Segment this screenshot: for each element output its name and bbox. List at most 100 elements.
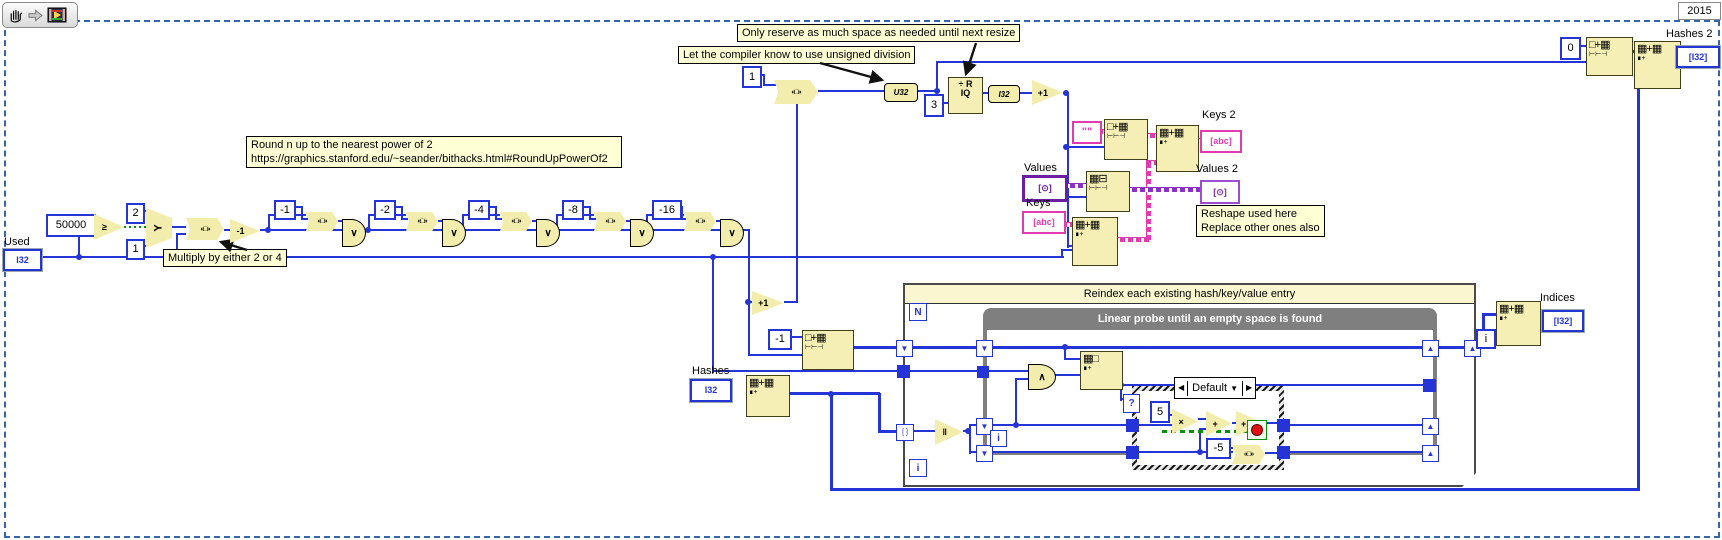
comment-multiply[interactable]: Multiply by either 2 or 4 <box>163 249 287 267</box>
constant-3[interactable]: 3 <box>924 94 944 117</box>
case-name: Default <box>1192 381 1228 394</box>
tunnel[interactable] <box>977 366 989 378</box>
or-node[interactable]: ∨ <box>442 219 466 247</box>
hashes2-indicator[interactable]: [I32] <box>1676 46 1720 68</box>
constant-minus4[interactable]: -4 <box>468 200 490 220</box>
increment-node[interactable]: +1 <box>752 291 784 315</box>
for-iteration-terminal[interactable]: i <box>909 459 927 477</box>
case-selector-label[interactable]: ◀ Default ▼ ▶ <box>1174 377 1257 399</box>
constant-1-select[interactable]: 1 <box>126 239 145 260</box>
or-node[interactable]: ∨ <box>536 219 560 247</box>
shift-register-left[interactable]: ▼ <box>976 445 993 462</box>
to-u32-conversion[interactable]: U32 <box>884 83 918 102</box>
constant-minus16[interactable]: -16 <box>652 200 682 220</box>
forward-arrow-icon[interactable] <box>27 8 44 23</box>
decrement-node[interactable]: -1 <box>230 219 260 243</box>
case-next-arrow-icon[interactable]: ▶ <box>1243 382 1255 394</box>
comment-reshape-line1: Reshape used here <box>1201 208 1298 220</box>
logical-shift-node[interactable]: «□» <box>186 218 224 240</box>
loop-condition-terminal[interactable] <box>1247 420 1267 440</box>
toolbar <box>2 2 78 28</box>
pan-hand-icon[interactable] <box>7 7 24 24</box>
logical-shift-node[interactable]: «□» <box>684 212 716 231</box>
shift-register-right[interactable]: ▲ <box>1422 340 1439 357</box>
initialize-array-node[interactable]: □+▦ ⊢⊢⊣ <box>1586 37 1633 76</box>
values2-indicator[interactable]: [⊙] <box>1200 180 1240 204</box>
greater-or-equal-node[interactable]: ≥ <box>94 214 124 240</box>
and-node[interactable]: ∧ <box>1028 364 1056 390</box>
while-iteration-terminal[interactable]: i <box>990 430 1007 447</box>
tunnel[interactable] <box>1423 379 1436 392</box>
logical-shift-node[interactable]: «□» <box>594 212 626 231</box>
replace-array-subset-node[interactable]: ▦+▦ ∎+ <box>1496 301 1541 346</box>
shift-register-left[interactable]: ▼ <box>896 340 913 357</box>
tunnel[interactable] <box>1126 419 1139 432</box>
constant-0[interactable]: 0 <box>1560 37 1581 60</box>
reshape-array-node[interactable]: ▦⊟ ⊢⊢⊣ <box>1086 171 1130 212</box>
constant-minus1[interactable]: -1 <box>274 200 296 220</box>
tunnel[interactable] <box>1126 446 1139 459</box>
initialize-array-node[interactable]: □+▦ ⊢⊢⊣ <box>1104 119 1148 160</box>
indices-indicator[interactable]: [I32] <box>1542 310 1584 332</box>
comment-compiler[interactable]: Let the compiler know to use unsigned di… <box>678 46 916 64</box>
logical-shift-node[interactable]: «□» <box>306 212 338 231</box>
constant-minus1-init[interactable]: -1 <box>768 329 792 350</box>
constant-minus5[interactable]: -5 <box>1206 438 1231 459</box>
index-array-node[interactable]: ▦+▦ ∎+ <box>746 375 790 417</box>
shift-register-right[interactable]: ▲ <box>1422 418 1439 435</box>
arrow-compiler-to-u32 <box>819 61 885 84</box>
comment-reshape[interactable]: Reshape used here Replace other ones als… <box>1196 205 1325 237</box>
year-badge: 2015 <box>1678 2 1721 20</box>
shift-register-right[interactable]: ▲ <box>1422 445 1439 462</box>
parallel-bars-node[interactable]: ‖ <box>935 419 963 445</box>
for-count-terminal[interactable]: N <box>909 303 927 321</box>
case-selector-terminal[interactable]: ? <box>1123 394 1140 413</box>
select-node[interactable]: Y <box>146 208 172 248</box>
or-node[interactable]: ∨ <box>342 219 366 247</box>
constant-i[interactable]: i <box>1476 329 1496 349</box>
add-node[interactable]: + <box>1206 411 1232 436</box>
auto-index-tunnel[interactable]: [ ] <box>896 424 914 441</box>
logical-shift-node[interactable]: «□» <box>406 212 438 231</box>
to-i32-conversion[interactable]: I32 <box>988 85 1020 103</box>
constant-5[interactable]: 5 <box>1150 401 1170 423</box>
used-label: Used <box>4 236 30 248</box>
comment-reserve[interactable]: Only reserve as much space as needed unt… <box>737 24 1021 42</box>
comment-reshape-line2: Replace other ones also <box>1201 222 1320 234</box>
comment-roundup[interactable]: Round n up to the nearest power of 2 htt… <box>246 136 622 168</box>
multiply-node[interactable]: × <box>1172 409 1198 434</box>
or-node[interactable]: ∨ <box>720 219 744 247</box>
shift-register-left[interactable]: ▼ <box>976 340 993 357</box>
used-control[interactable]: I32 <box>3 249 42 271</box>
or-node[interactable]: ∨ <box>630 219 654 247</box>
tunnel[interactable] <box>1277 446 1290 459</box>
constant-2[interactable]: 2 <box>126 203 145 224</box>
keys-label: Keys <box>1026 197 1051 209</box>
logical-shift-node[interactable]: «□» <box>500 212 532 231</box>
vi-run-icon[interactable] <box>47 6 67 24</box>
keys-control[interactable]: [abc] <box>1022 211 1066 234</box>
tunnel[interactable] <box>897 365 910 378</box>
annotation-arrows <box>218 42 978 253</box>
index-array-node[interactable]: ▦□ ∎+ <box>1080 351 1123 390</box>
logical-shift-node[interactable]: «□» <box>1232 445 1265 464</box>
increment-node[interactable]: +1 <box>1032 80 1063 105</box>
initialize-array-node[interactable]: □+▦ ⊢⊢⊣ <box>802 330 854 370</box>
tunnel[interactable] <box>1277 419 1290 432</box>
replace-array-subset-node[interactable]: ▦+▦ ∎+ <box>1072 217 1118 266</box>
constant-50000[interactable]: 50000 <box>46 214 96 237</box>
constant-minus2[interactable]: -2 <box>374 200 396 220</box>
case-dropdown-icon[interactable]: ▼ <box>1230 384 1238 393</box>
logical-shift-node[interactable]: «□» <box>774 80 818 104</box>
case-prev-arrow-icon[interactable]: ◀ <box>1175 382 1187 394</box>
indices-label: Indices <box>1540 292 1575 304</box>
quotient-remainder-node[interactable]: ÷ R IQ <box>948 77 983 114</box>
constant-minus8[interactable]: -8 <box>562 200 584 220</box>
constant-1-shift[interactable]: 1 <box>742 66 762 88</box>
replace-array-subset-node[interactable]: ▦+▦ ∎+ <box>1634 41 1681 89</box>
empty-string-constant[interactable]: "" <box>1072 121 1102 144</box>
comment-roundup-line1: Round n up to the nearest power of 2 <box>251 139 433 151</box>
hashes-control[interactable]: I32 <box>690 379 732 402</box>
keys2-indicator[interactable]: [abc] <box>1200 130 1242 153</box>
replace-array-subset-node[interactable]: ▦+▦ ∎+ <box>1156 125 1199 172</box>
